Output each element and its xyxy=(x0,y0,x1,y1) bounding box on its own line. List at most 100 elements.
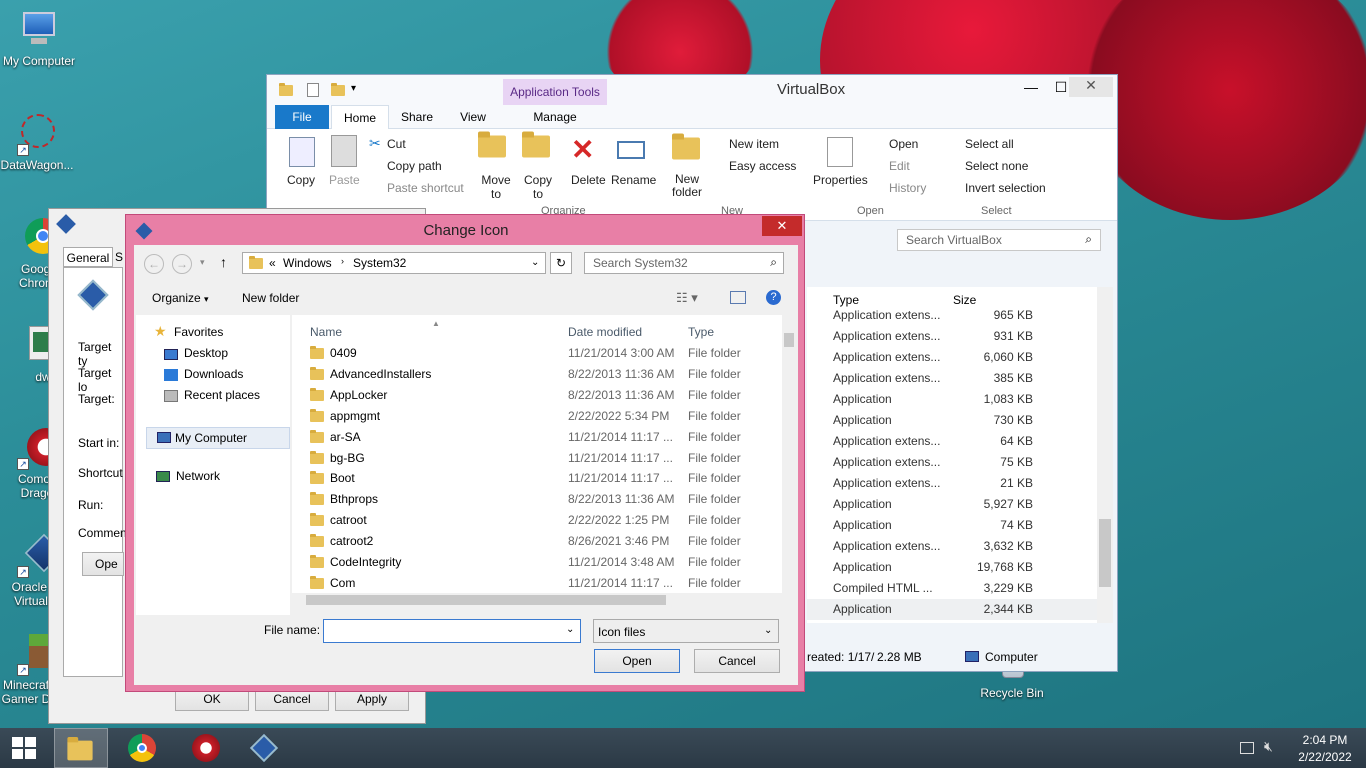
tab-file[interactable]: File xyxy=(275,105,329,129)
table-row[interactable]: Application extens... 931 KB xyxy=(807,326,1107,347)
taskbar-file-explorer[interactable] xyxy=(54,728,108,768)
explorer-titlebar[interactable]: ▾ Application Tools VirtualBox — ☐ ✕ xyxy=(267,75,1117,105)
address-bar[interactable]: « Windows › System32 ⌄ xyxy=(242,252,546,274)
table-row[interactable]: Application 5,927 KB xyxy=(807,494,1107,515)
list-item[interactable]: Com 11/21/2014 11:17 ... File folder xyxy=(292,573,782,594)
column-header-name[interactable]: Name xyxy=(310,325,342,339)
file-name-dropdown-icon[interactable]: ⌄ xyxy=(566,624,574,635)
paste-icon[interactable] xyxy=(331,135,357,167)
cut-button[interactable]: Cut xyxy=(387,137,406,151)
props-tab-general[interactable]: General xyxy=(63,247,113,267)
select-none-button[interactable]: Select none xyxy=(965,159,1028,173)
copy-to-button[interactable]: Copy to xyxy=(523,173,553,201)
table-row[interactable]: Application 2,344 KB xyxy=(807,599,1107,620)
tab-home[interactable]: Home xyxy=(331,105,389,130)
new-folder-button[interactable]: New folder xyxy=(671,173,703,199)
delete-button[interactable]: Delete xyxy=(571,173,606,187)
table-row[interactable]: Compiled HTML ... 3,229 KB xyxy=(807,578,1107,599)
back-icon[interactable]: ← xyxy=(144,254,164,274)
taskbar-virtualbox[interactable] xyxy=(240,728,288,768)
table-row[interactable]: Application 19,768 KB xyxy=(807,557,1107,578)
nav-my-computer-row[interactable]: My Computer xyxy=(146,427,290,449)
clock-date[interactable]: 2/22/2022 xyxy=(1290,750,1360,764)
explorer-scrollbar[interactable] xyxy=(1097,287,1113,623)
nav-recent-places[interactable]: Recent places xyxy=(184,388,260,402)
tab-view[interactable]: View xyxy=(453,105,493,129)
edit-button[interactable]: Edit xyxy=(889,159,910,173)
tab-manage[interactable]: Manage xyxy=(503,105,607,129)
up-arrow-icon[interactable]: ↑ xyxy=(220,254,227,270)
nav-favorites[interactable]: Favorites xyxy=(174,325,223,339)
file-list-v-scrollbar[interactable] xyxy=(782,315,796,601)
qat-new-folder-icon[interactable] xyxy=(331,83,345,96)
history-button[interactable]: History xyxy=(889,181,926,195)
list-item[interactable]: AdvancedInstallers 8/22/2013 11:36 AM File… xyxy=(292,364,782,385)
taskbar-chrome[interactable] xyxy=(118,728,166,768)
taskbar-comodo-dragon[interactable] xyxy=(182,728,230,768)
props-open-file-location-button[interactable]: Ope xyxy=(82,552,124,576)
table-row[interactable]: Application extens... 64 KB xyxy=(807,431,1107,452)
tab-share[interactable]: Share xyxy=(395,105,439,129)
breadcrumb-windows[interactable]: Windows xyxy=(283,256,332,270)
file-name-input[interactable] xyxy=(323,619,581,643)
qat-dropdown-icon[interactable]: ▾ xyxy=(351,83,356,94)
explorer-search-box[interactable]: Search VirtualBox ⌕ xyxy=(897,229,1101,251)
minimize-icon[interactable]: — xyxy=(1017,79,1045,95)
table-row[interactable]: Application 730 KB xyxy=(807,410,1107,431)
list-item[interactable]: AppLocker 8/22/2013 11:36 AM File folder xyxy=(292,385,782,406)
list-item[interactable]: ar-SA 11/21/2014 11:17 ... File folder xyxy=(292,427,782,448)
table-row[interactable]: Application extens... 385 KB xyxy=(807,368,1107,389)
dialog-search-box[interactable]: Search System32 ⌕ xyxy=(584,252,784,274)
refresh-icon[interactable]: ↻ xyxy=(550,252,572,274)
view-options-icon[interactable]: ☷ ▾ xyxy=(676,290,698,306)
list-item[interactable]: CodeIntegrity 11/21/2014 3:48 AM File fold… xyxy=(292,552,782,573)
copy-path-button[interactable]: Copy path xyxy=(387,159,442,173)
list-item[interactable]: Bthprops 8/22/2013 11:36 AM File folder xyxy=(292,489,782,510)
help-icon[interactable]: ? xyxy=(766,290,781,305)
volume-muted-icon[interactable]: 🔇︎ xyxy=(1264,738,1273,755)
dialog-close-button[interactable]: ✕ xyxy=(762,216,802,236)
column-header-date[interactable]: Date modified xyxy=(568,325,642,339)
file-list-h-scrollbar[interactable] xyxy=(292,593,782,607)
list-item[interactable]: 0409 11/21/2014 3:00 AM File folder xyxy=(292,343,782,364)
clock-time[interactable]: 2:04 PM xyxy=(1290,733,1360,747)
table-row[interactable]: Application extens... 75 KB xyxy=(807,452,1107,473)
table-row[interactable]: Application extens... 965 KB xyxy=(807,305,1107,326)
file-type-select[interactable]: Icon files ⌄ xyxy=(593,619,779,643)
forward-icon[interactable]: → xyxy=(172,254,192,274)
invert-selection-button[interactable]: Invert selection xyxy=(965,181,1046,195)
paste-shortcut-button[interactable]: Paste shortcut xyxy=(387,181,464,195)
qat-properties-icon[interactable] xyxy=(307,83,319,97)
copy-icon[interactable] xyxy=(289,137,315,167)
table-row[interactable]: Application extens... 3,632 KB xyxy=(807,536,1107,557)
list-item[interactable]: bg-BG 11/21/2014 11:17 ... File folder xyxy=(292,448,782,469)
cancel-button[interactable]: Cancel xyxy=(694,649,780,673)
new-item-button[interactable]: New item xyxy=(729,137,779,151)
preview-pane-icon[interactable] xyxy=(730,291,746,304)
close-icon[interactable]: ✕ xyxy=(1069,77,1113,97)
list-item[interactable]: catroot2 8/26/2021 3:46 PM File folder xyxy=(292,531,782,552)
list-item[interactable]: appmgmt 2/22/2022 5:34 PM File folder xyxy=(292,406,782,427)
network-tray-icon[interactable] xyxy=(1240,742,1254,754)
paste-button[interactable]: Paste xyxy=(329,173,360,187)
change-icon-dialog[interactable]: Change Icon ✕ ← → ▾ ↑ « Windows › System… xyxy=(125,214,805,692)
list-item[interactable]: Boot 11/21/2014 11:17 ... File folder xyxy=(292,468,782,489)
start-button[interactable] xyxy=(0,728,48,768)
nav-downloads[interactable]: Downloads xyxy=(184,367,243,381)
table-row[interactable]: Application 1,083 KB xyxy=(807,389,1107,410)
nav-desktop[interactable]: Desktop xyxy=(184,346,228,360)
move-to-button[interactable]: Move to xyxy=(481,173,511,201)
open-button[interactable]: Open xyxy=(889,137,918,151)
address-dropdown-icon[interactable]: ⌄ xyxy=(531,257,539,268)
organize-button[interactable]: Organize ▾ xyxy=(152,291,209,305)
copy-button[interactable]: Copy xyxy=(287,173,315,187)
new-folder-button[interactable]: New folder xyxy=(242,291,299,305)
column-header-type[interactable]: Type xyxy=(688,325,714,339)
table-row[interactable]: Application extens... 6,060 KB xyxy=(807,347,1107,368)
easy-access-button[interactable]: Easy access xyxy=(729,159,796,173)
table-row[interactable]: Application 74 KB xyxy=(807,515,1107,536)
breadcrumb-overflow[interactable]: « xyxy=(269,256,276,270)
open-button[interactable]: Open xyxy=(594,649,680,673)
nav-network[interactable]: Network xyxy=(176,469,220,483)
rename-button[interactable]: Rename xyxy=(611,173,656,187)
